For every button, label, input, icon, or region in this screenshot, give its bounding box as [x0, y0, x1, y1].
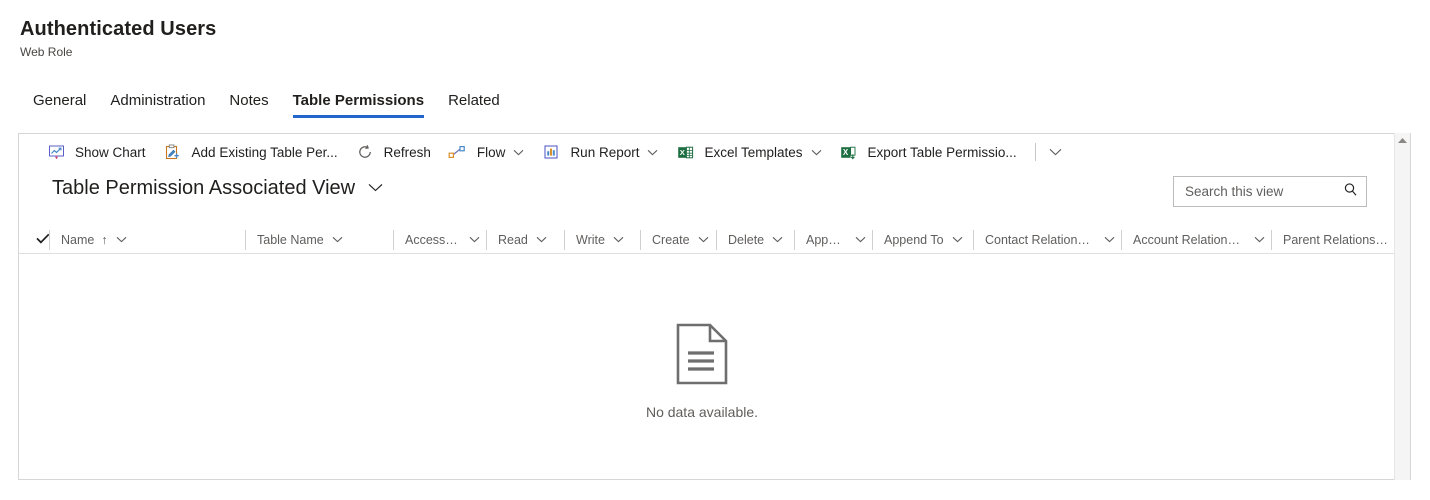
column-label: Name: [61, 232, 95, 247]
command-label: Show Chart: [75, 144, 146, 160]
tab-label: Administration: [110, 92, 206, 109]
command-label: Refresh: [383, 144, 431, 160]
tab-label: General: [33, 92, 87, 109]
column-header-table-name[interactable]: Table Name: [245, 226, 393, 254]
table-permissions-subgrid: Show Chart Add Existing Table Per... Ref…: [18, 133, 1411, 480]
search-input[interactable]: [1185, 184, 1343, 199]
column-header-parent-relationship[interactable]: Parent Relationship: [1271, 226, 1411, 254]
excel-template-icon: X: [674, 143, 696, 161]
grid-body: No data available.: [19, 254, 1411, 479]
view-header-row: Table Permission Associated View: [19, 174, 1411, 218]
column-label: Create: [652, 232, 690, 247]
refresh-button[interactable]: Refresh: [346, 134, 439, 170]
search-icon[interactable]: [1343, 182, 1358, 202]
chevron-down-icon: [811, 149, 822, 156]
vertical-scrollbar[interactable]: [1394, 133, 1411, 480]
flow-icon: [447, 143, 469, 161]
command-label: Excel Templates: [704, 144, 803, 160]
view-selector[interactable]: Table Permission Associated View: [52, 174, 383, 202]
chevron-down-icon[interactable]: [772, 236, 783, 243]
chevron-down-icon[interactable]: [332, 236, 343, 243]
chevron-down-icon[interactable]: [952, 236, 963, 243]
command-bar-divider: [1034, 143, 1036, 161]
form-tab-strip: General Administration Notes Table Permi…: [20, 88, 512, 118]
form-page: Authenticated Users Web Role General Adm…: [0, 0, 1430, 500]
checkmark-icon: [36, 231, 50, 249]
scroll-up-arrow-icon[interactable]: [1395, 137, 1410, 144]
tab-general[interactable]: General: [20, 88, 98, 118]
export-excel-icon: X: [838, 143, 860, 161]
chevron-down-icon: [368, 179, 383, 197]
chevron-down-icon: [647, 149, 658, 156]
tab-notes[interactable]: Notes: [217, 88, 280, 118]
column-label: Table Name: [257, 232, 324, 247]
svg-text:X: X: [843, 148, 849, 157]
sort-ascending-icon: ↑: [101, 232, 108, 247]
command-label: Export Table Permissio...: [867, 144, 1017, 160]
column-label: Contact Relationship: [985, 232, 1096, 247]
chevron-down-icon: [513, 149, 524, 156]
command-label: Flow: [476, 144, 506, 160]
excel-templates-button[interactable]: X Excel Templates: [666, 134, 829, 170]
empty-state: No data available.: [646, 323, 758, 420]
command-label: Run Report: [570, 144, 640, 160]
column-label: Access Type: [405, 232, 461, 247]
chevron-down-icon[interactable]: [536, 236, 547, 243]
column-header-contact-relationship[interactable]: Contact Relationship: [973, 226, 1121, 254]
add-existing-record-icon: [162, 143, 184, 161]
chevron-down-icon[interactable]: [1254, 236, 1265, 243]
chevron-down-icon[interactable]: [116, 236, 127, 243]
show-chart-icon: [45, 143, 67, 161]
page-title: Authenticated Users: [20, 18, 217, 40]
document-icon: [676, 323, 728, 390]
command-label: Add Existing Table Per...: [191, 144, 338, 160]
column-header-append-to[interactable]: Append To: [872, 226, 973, 254]
chevron-down-icon[interactable]: [469, 236, 480, 243]
view-name-label: Table Permission Associated View: [52, 177, 356, 199]
form-header: Authenticated Users Web Role: [20, 16, 216, 61]
chevron-down-icon[interactable]: [698, 236, 709, 243]
chevron-down-icon[interactable]: [855, 236, 866, 243]
column-label: Append To: [884, 232, 944, 247]
run-report-button[interactable]: Run Report: [532, 134, 666, 170]
column-label: Delete: [728, 232, 765, 247]
column-header-name[interactable]: Name ↑: [49, 226, 245, 254]
chevron-down-icon[interactable]: [613, 236, 624, 243]
column-header-create[interactable]: Create: [640, 226, 716, 254]
column-label: Account Relationship: [1133, 232, 1246, 247]
column-header-append[interactable]: Append: [794, 226, 872, 254]
svg-text:X: X: [680, 148, 685, 157]
chevron-down-icon: [1049, 143, 1062, 161]
command-bar-overflow-button[interactable]: [1043, 134, 1069, 170]
column-header-account-relationship[interactable]: Account Relationship: [1121, 226, 1271, 254]
grid-header-row: Name ↑ Table Name Access Type Read: [19, 226, 1411, 254]
column-label: Append: [806, 232, 847, 247]
record-entity-label: Web Role: [20, 45, 73, 59]
run-report-icon: [540, 143, 562, 161]
column-header-delete[interactable]: Delete: [716, 226, 794, 254]
tab-label: Notes: [229, 92, 269, 109]
select-all-checkbox[interactable]: [19, 231, 50, 249]
tab-label: Table Permissions: [292, 92, 425, 109]
column-label: Write: [576, 232, 605, 247]
refresh-icon: [354, 143, 376, 161]
column-label: Read: [498, 232, 528, 247]
tab-related[interactable]: Related: [436, 88, 512, 118]
add-existing-table-permission-button[interactable]: Add Existing Table Per...: [154, 134, 346, 170]
tab-administration[interactable]: Administration: [98, 88, 217, 118]
column-header-access-type[interactable]: Access Type: [393, 226, 486, 254]
empty-state-message: No data available.: [645, 404, 759, 420]
flow-button[interactable]: Flow: [439, 134, 533, 170]
chevron-down-icon[interactable]: [1104, 236, 1115, 243]
export-table-permissions-button[interactable]: X Export Table Permissio...: [830, 134, 1025, 170]
tab-table-permissions[interactable]: Table Permissions: [281, 88, 436, 118]
search-this-view-box[interactable]: [1173, 176, 1367, 207]
column-label: Parent Relationship: [1283, 232, 1392, 247]
tab-label: Related: [448, 92, 500, 109]
column-header-read[interactable]: Read: [486, 226, 564, 254]
command-bar: Show Chart Add Existing Table Per... Ref…: [19, 134, 1411, 170]
column-header-write[interactable]: Write: [564, 226, 640, 254]
show-chart-button[interactable]: Show Chart: [37, 134, 154, 170]
